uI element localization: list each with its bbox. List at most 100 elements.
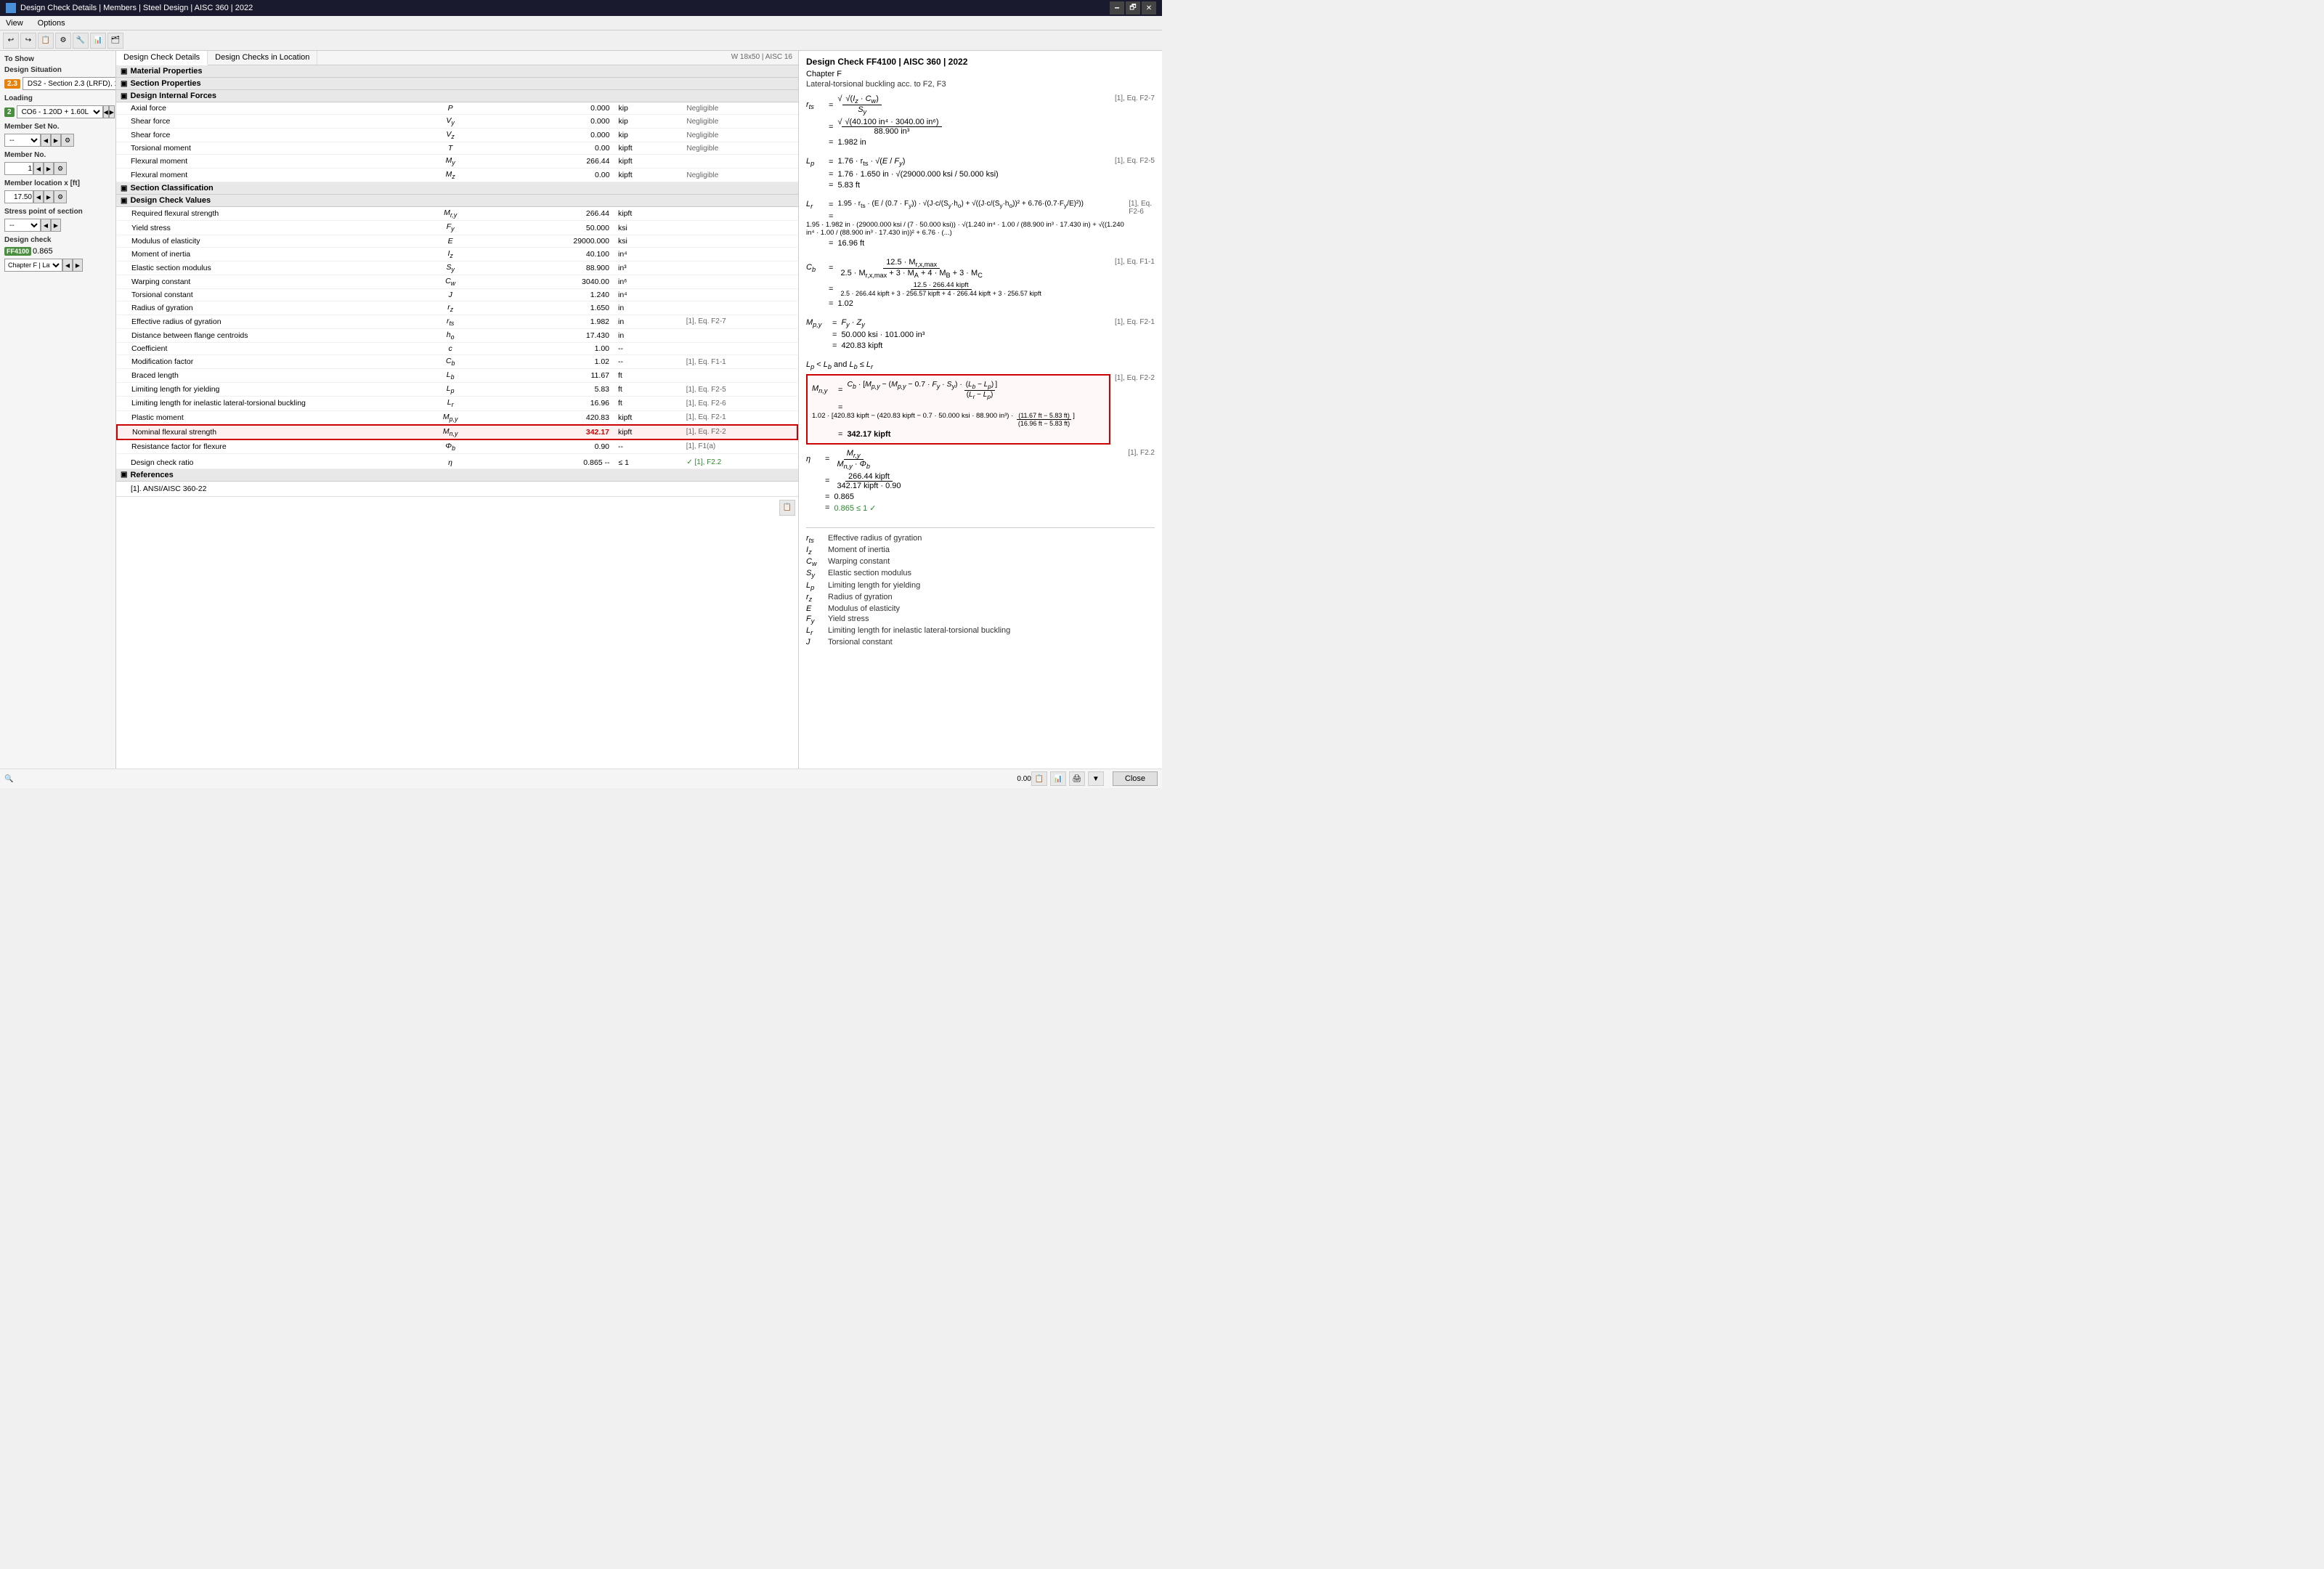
ml-next-btn[interactable]: ▶ [44, 190, 54, 203]
ml-prev-btn[interactable]: ◀ [33, 190, 44, 203]
lr-eq-sign-3: = [829, 239, 833, 248]
section-references[interactable]: ▣ References [116, 469, 798, 482]
toolbar-btn-1[interactable]: ↩ [3, 33, 19, 49]
lr-ref: [1], Eq. F2-6 [1129, 200, 1155, 216]
toolbar-btn-7[interactable]: 🗂 [107, 33, 123, 49]
design-situation-select[interactable]: DS2 - Section 2.3 (LRFD), 1. to 5. [23, 77, 116, 90]
table-row: Modification factor Cb 1.02 -- [1], Eq. … [117, 355, 797, 369]
member-no-input[interactable]: 1 [4, 162, 33, 175]
mpy-eq-sign: = [832, 319, 837, 328]
design-internal-forces-label: Design Internal Forces [130, 92, 216, 100]
bottom-icon-4[interactable]: ▼ [1088, 771, 1104, 786]
minimize-button[interactable]: 🗕 [1110, 1, 1124, 15]
section-design-internal-forces[interactable]: ▣ Design Internal Forces [116, 90, 798, 102]
mn-next-btn[interactable]: ▶ [44, 162, 54, 175]
force-unit-4: kipft [614, 155, 682, 169]
member-location-input[interactable]: 17.50 [4, 190, 33, 203]
tab-design-checks-location[interactable]: Design Checks in Location [208, 51, 317, 65]
cv-name-16: Nominal flexural strength [117, 425, 423, 439]
cv-unit-7: in [614, 301, 682, 315]
close-window-button[interactable]: ✕ [1142, 1, 1156, 15]
mny-highlighted-box: Mn,y = Cb · [Mp,y − (Mp,y − 0.7 · Fy · S… [806, 374, 1110, 445]
right-chapter: Chapter F [806, 70, 1155, 78]
mn-settings-btn[interactable]: ⚙ [54, 162, 67, 175]
cv-name-3: Moment of inertia [117, 247, 423, 261]
toolbar-btn-4[interactable]: ⚙ [55, 33, 71, 49]
bottom-icon-3[interactable]: 🖨 [1069, 771, 1085, 786]
cv-val-5: 3040.00 [478, 275, 614, 288]
mpy-result: 420.83 kipft [841, 341, 882, 350]
ms-prev-btn[interactable]: ◀ [41, 134, 51, 147]
force-unit-3: kipft [614, 142, 682, 155]
force-sym-5: Mz [423, 169, 478, 182]
legend-row-2: Cw Warping constant [806, 557, 1155, 567]
cb-result: 1.02 [837, 299, 853, 308]
mn-prev-btn[interactable]: ◀ [33, 162, 44, 175]
toolbar-btn-6[interactable]: 📊 [90, 33, 106, 49]
menu-view[interactable]: View [3, 17, 26, 29]
menu-options[interactable]: Options [35, 17, 68, 29]
cv-sym-12: Lb [423, 369, 478, 383]
toolbar-btn-2[interactable]: ↪ [20, 33, 36, 49]
force-name-2: Shear force [116, 129, 423, 142]
check-values-table: Required flexural strength Mr,y 266.44 k… [116, 207, 798, 453]
section-section-properties[interactable]: ▣ Section Properties [116, 78, 798, 90]
loading-select[interactable]: CO6 - 1.20D + 1.60L [17, 105, 103, 118]
cv-unit-5: in⁶ [614, 275, 682, 288]
force-sym-4: My [423, 155, 478, 169]
ms-settings-btn[interactable]: ⚙ [61, 134, 74, 147]
force-unit-0: kip [614, 102, 682, 115]
ms-next-btn[interactable]: ▶ [51, 134, 61, 147]
force-name-4: Flexural moment [116, 155, 423, 169]
member-set-select[interactable]: -- [4, 134, 41, 147]
design-check-select[interactable]: Chapter F | Lateral-torsio... [4, 259, 62, 272]
cv-val-9: 17.430 [478, 329, 614, 343]
mny-sub: 1.02 · [420.83 kipft − (420.83 kipft − 0… [812, 412, 1075, 427]
cv-note-13: [1], Eq. F2-5 [682, 383, 797, 397]
table-row: Limiting length for inelastic lateral-to… [117, 397, 797, 410]
legend-row-7: Fy Yield stress [806, 615, 1155, 625]
dc-next-btn[interactable]: ▶ [73, 259, 83, 272]
legend-sym-9: J [806, 638, 828, 646]
section-material-properties[interactable]: ▣ Material Properties [116, 65, 798, 78]
eta-ref: [1], F2.2 [1128, 449, 1155, 457]
force-val-0: 0.000 [478, 102, 614, 115]
cv-sym-8: rts [423, 315, 478, 328]
dc-prev-btn[interactable]: ◀ [62, 259, 73, 272]
legend-row-9: J Torsional constant [806, 638, 1155, 646]
cv-val-7: 1.650 [478, 301, 614, 315]
cv-name-1: Yield stress [117, 221, 423, 235]
stress-point-select[interactable]: -- [4, 219, 41, 232]
table-row: Plastic moment Mp,y 420.83 kipft [1], Eq… [117, 410, 797, 425]
toolbar-btn-3[interactable]: 📋 [38, 33, 54, 49]
force-unit-2: kip [614, 129, 682, 142]
section-classification-header[interactable]: ▣ Section Classification [116, 182, 798, 195]
cv-val-8: 1.982 [478, 315, 614, 328]
design-check-values-label: Design Check Values [130, 196, 211, 205]
loading-next-btn[interactable]: ▶ [109, 105, 115, 118]
lp-label: Lp [806, 157, 824, 167]
cv-val-10: 1.00 [478, 343, 614, 355]
lp-eq-sign: = [829, 158, 833, 166]
table-row: Required flexural strength Mr,y 266.44 k… [117, 207, 797, 221]
ml-settings-btn[interactable]: ⚙ [54, 190, 67, 203]
bottom-icon-1[interactable]: 📋 [1031, 771, 1047, 786]
close-button[interactable]: Close [1113, 771, 1158, 786]
menu-bar: View Options [0, 16, 1162, 31]
cv-name-8: Effective radius of gyration [117, 315, 423, 328]
legend-row-5: rz Radius of gyration [806, 593, 1155, 603]
cb-label: Cb [806, 263, 824, 273]
section-design-check-values[interactable]: ▣ Design Check Values [116, 195, 798, 207]
maximize-button[interactable]: 🗗 [1126, 1, 1140, 15]
center-export-btn[interactable]: 📋 [779, 500, 795, 516]
sp-prev-btn[interactable]: ◀ [41, 219, 51, 232]
tab-design-check-details[interactable]: Design Check Details [116, 51, 208, 65]
toolbar-btn-5[interactable]: 🔧 [73, 33, 89, 49]
loading-prev-btn[interactable]: ◀ [103, 105, 109, 118]
force-name-0: Axial force [116, 102, 423, 115]
table-row: Distance between flange centroids ho 17.… [117, 329, 797, 343]
stress-point-label: Stress point of section [4, 208, 111, 216]
sp-next-btn[interactable]: ▶ [51, 219, 61, 232]
bottom-icon-2[interactable]: 📊 [1050, 771, 1066, 786]
lr-formula: 1.95 · rts · (E / (0.7 · Fy)) · √(J·c/(S… [837, 200, 1084, 209]
